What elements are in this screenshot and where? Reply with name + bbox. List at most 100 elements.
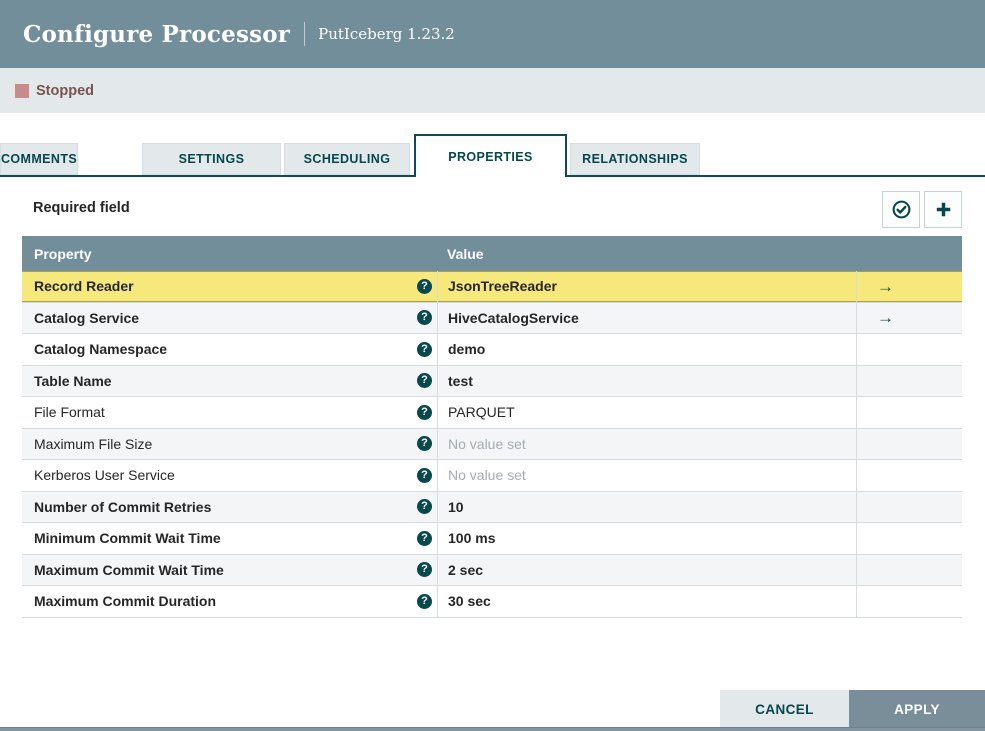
property-cell: Catalog Namespace ?: [22, 334, 437, 365]
arrow-cell: →: [856, 271, 962, 302]
property-cell: Kerberos User Service ?: [22, 460, 437, 491]
table-row[interactable]: Table Name ? test: [22, 365, 962, 397]
property-name: Number of Commit Retries: [34, 498, 212, 515]
tab-comments[interactable]: COMMENTS: [0, 143, 79, 175]
property-value: test: [448, 372, 473, 389]
property-value: PARQUET: [448, 404, 515, 421]
table-row[interactable]: Minimum Commit Wait Time ? 100 ms: [22, 523, 962, 555]
property-name: Catalog Namespace: [34, 341, 168, 358]
property-value: 2 sec: [448, 561, 484, 578]
column-header-value: Value: [447, 245, 484, 262]
property-value: 10: [448, 498, 464, 515]
table-row[interactable]: Catalog Service ? HiveCatalogService →: [22, 302, 962, 334]
table-row[interactable]: Maximum Commit Wait Time ? 2 sec: [22, 554, 962, 586]
property-cell: File Format ?: [22, 397, 437, 428]
value-cell[interactable]: PARQUET: [437, 397, 856, 428]
title-divider: [304, 22, 306, 46]
help-icon[interactable]: ?: [417, 530, 432, 546]
dialog-header: Configure Processor PutIceberg 1.23.2: [0, 0, 985, 68]
configure-processor-dialog: Configure Processor PutIceberg 1.23.2 St…: [0, 0, 985, 731]
property-cell: Catalog Service ?: [22, 303, 437, 334]
property-value: demo: [448, 341, 486, 358]
apply-button[interactable]: APPLY: [849, 690, 985, 728]
arrow-cell: [856, 523, 962, 554]
property-name: Minimum Commit Wait Time: [34, 530, 221, 547]
tab-properties[interactable]: PROPERTIES: [414, 134, 567, 177]
property-name: File Format: [34, 404, 105, 421]
go-to-service-icon[interactable]: →: [877, 309, 894, 326]
value-cell[interactable]: No value set: [437, 428, 856, 459]
verify-properties-button[interactable]: [882, 191, 920, 228]
property-value: 100 ms: [448, 530, 496, 547]
column-header-property: Property: [34, 245, 92, 262]
help-icon[interactable]: ?: [417, 593, 432, 609]
help-icon[interactable]: ?: [417, 562, 432, 578]
status-bar: Stopped: [0, 68, 985, 113]
properties-table: Property Value Record Reader ? JsonTreeR…: [22, 236, 962, 618]
help-icon[interactable]: ?: [417, 278, 432, 294]
status-label: Stopped: [36, 82, 94, 99]
arrow-cell: →: [856, 302, 962, 333]
go-to-service-icon[interactable]: →: [877, 278, 894, 295]
value-cell[interactable]: JsonTreeReader: [437, 271, 856, 302]
arrow-cell: [856, 554, 962, 585]
help-icon[interactable]: ?: [417, 341, 432, 357]
properties-table-body: Record Reader ? JsonTreeReader → Catalog…: [22, 271, 962, 618]
processor-type-version: PutIceberg 1.23.2: [318, 25, 455, 43]
value-cell[interactable]: No value set: [437, 460, 856, 491]
add-property-button[interactable]: [924, 191, 962, 228]
table-row[interactable]: Maximum Commit Duration ? 30 sec: [22, 586, 962, 618]
value-cell[interactable]: 10: [437, 491, 856, 522]
dialog-title: Configure Processor: [23, 20, 291, 48]
property-cell: Maximum File Size ?: [22, 429, 437, 460]
property-name: Table Name: [34, 372, 112, 389]
help-icon[interactable]: ?: [417, 467, 432, 483]
property-name: Maximum File Size: [34, 435, 153, 452]
property-name: Maximum Commit Wait Time: [34, 561, 224, 578]
tab-scheduling[interactable]: SCHEDULING: [284, 143, 410, 175]
value-cell[interactable]: demo: [437, 334, 856, 365]
property-value: 30 sec: [448, 593, 491, 610]
properties-toolbar: [882, 191, 962, 228]
property-cell: Record Reader ?: [22, 271, 437, 302]
value-cell[interactable]: HiveCatalogService: [437, 302, 856, 333]
required-field-label: Required field: [33, 200, 130, 216]
table-row[interactable]: Catalog Namespace ? demo: [22, 334, 962, 366]
arrow-cell: [856, 460, 962, 491]
table-header-row: Property Value: [22, 236, 962, 271]
help-icon[interactable]: ?: [417, 499, 432, 515]
tab-settings[interactable]: SETTINGS: [142, 143, 281, 175]
table-row[interactable]: Record Reader ? JsonTreeReader →: [22, 271, 962, 303]
help-icon[interactable]: ?: [417, 404, 432, 420]
table-row[interactable]: Kerberos User Service ? No value set: [22, 460, 962, 492]
property-value: No value set: [448, 467, 526, 484]
value-cell[interactable]: 100 ms: [437, 523, 856, 554]
table-row[interactable]: Maximum File Size ? No value set: [22, 428, 962, 460]
dialog-footer: CANCEL APPLY: [0, 690, 985, 728]
arrow-cell: [856, 491, 962, 522]
property-name: Maximum Commit Duration: [34, 593, 217, 610]
help-icon[interactable]: ?: [417, 310, 432, 326]
property-cell: Maximum Commit Duration ?: [22, 586, 437, 617]
tab-relationships[interactable]: RELATIONSHIPS: [570, 143, 700, 175]
check-circle-icon: [891, 199, 912, 220]
property-cell: Maximum Commit Wait Time ?: [22, 555, 437, 586]
table-row[interactable]: Number of Commit Retries ? 10: [22, 491, 962, 523]
property-name: Kerberos User Service: [34, 467, 175, 484]
value-cell[interactable]: 30 sec: [437, 586, 856, 617]
stopped-status-icon: [15, 83, 29, 98]
property-value: No value set: [448, 435, 526, 452]
table-row[interactable]: File Format ? PARQUET: [22, 397, 962, 429]
help-icon[interactable]: ?: [417, 436, 432, 452]
dialog-bottom-edge: [0, 727, 985, 731]
cancel-button[interactable]: CANCEL: [720, 690, 849, 728]
property-name: Catalog Service: [34, 309, 140, 326]
value-cell[interactable]: 2 sec: [437, 554, 856, 585]
property-cell: Number of Commit Retries ?: [22, 492, 437, 523]
help-icon[interactable]: ?: [417, 373, 432, 389]
arrow-cell: [856, 586, 962, 617]
arrow-cell: [856, 365, 962, 396]
property-cell: Minimum Commit Wait Time ?: [22, 523, 437, 554]
plus-icon: [934, 200, 953, 219]
value-cell[interactable]: test: [437, 365, 856, 396]
